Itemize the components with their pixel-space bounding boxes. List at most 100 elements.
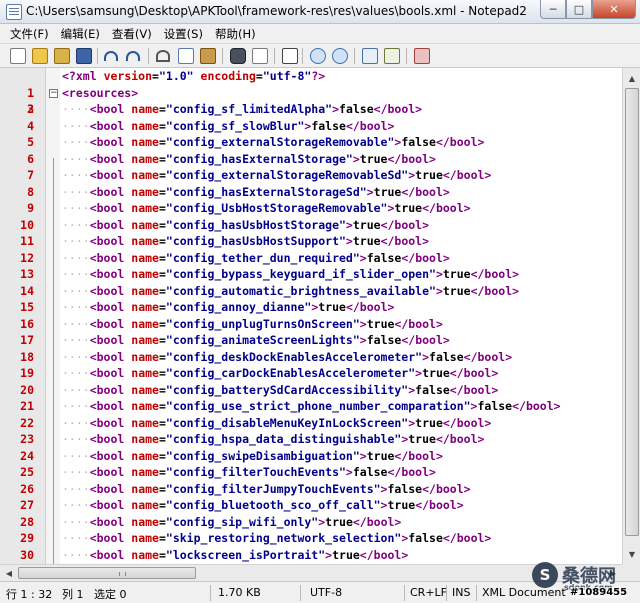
line-number: 4 xyxy=(27,118,34,133)
status-line-endings[interactable]: CR+LF xyxy=(410,586,447,599)
scroll-grip-icon xyxy=(119,572,126,576)
menu-settings[interactable]: 设置(S) xyxy=(158,26,209,42)
line-number: 3 xyxy=(27,102,34,116)
line-number: 11 xyxy=(20,234,34,248)
scrollbar-corner xyxy=(622,564,640,581)
line-content: ····<bool name="config_filterJumpyTouchE… xyxy=(62,481,471,496)
redo-icon[interactable] xyxy=(126,51,140,61)
browse-icon[interactable] xyxy=(54,48,70,64)
scroll-down-arrow-icon[interactable]: ▼ xyxy=(625,546,639,562)
menu-help[interactable]: 帮助(H) xyxy=(209,26,262,42)
minimize-button[interactable]: ─ xyxy=(540,0,566,19)
line-content: <?xml version="1.0" encoding="utf-8"?> xyxy=(62,69,326,83)
scroll-up-arrow-icon[interactable]: ▲ xyxy=(625,70,639,86)
status-separator xyxy=(404,585,405,601)
toolbar-separator xyxy=(302,48,303,64)
line-content: <resources> xyxy=(62,85,139,100)
horizontal-scrollbar[interactable]: ◀ ▶ xyxy=(0,564,622,581)
line-number: 30 xyxy=(20,547,34,562)
window-title: C:\Users\samsung\Desktop\APKTool\framewo… xyxy=(26,4,527,18)
new-icon[interactable] xyxy=(10,48,26,64)
code-line: 27 ····<bool name="config_bluetooth_sco_o… xyxy=(0,497,622,514)
toolbar-separator xyxy=(354,48,355,64)
goto-icon[interactable] xyxy=(282,48,298,64)
zoom-out-icon[interactable] xyxy=(332,48,348,64)
status-separator xyxy=(210,585,211,601)
status-insert-mode[interactable]: INS xyxy=(452,586,470,599)
line-number: 9 xyxy=(27,201,34,215)
line-number: 5 xyxy=(27,135,34,149)
code-line: 5 ····<bool name="config_externalStorageR… xyxy=(0,134,622,151)
replace-icon[interactable] xyxy=(252,48,268,64)
line-content: ····<bool name="config_annoy_dianne">tru… xyxy=(62,300,395,314)
line-number: 18 xyxy=(20,349,34,364)
line-content: ····<bool name="config_UsbHostStorageRem… xyxy=(62,201,471,215)
title-bar: C:\Users\samsung\Desktop\APKTool\framewo… xyxy=(0,0,640,24)
code-line: 7 ····<bool name="config_externalStorageR… xyxy=(0,167,622,184)
code-line: 26 ····<bool name="config_filterJumpyTouc… xyxy=(0,481,622,498)
toolbar-separator xyxy=(274,48,275,64)
line-number: 23 xyxy=(20,432,34,446)
line-content: ····<bool name="config_animateScreenLigh… xyxy=(62,333,450,347)
line-content: ····<bool name="config_bypass_keyguard_i… xyxy=(62,267,520,281)
word-wrap-icon[interactable] xyxy=(362,48,378,64)
line-content: ····<bool name="config_automatic_brightn… xyxy=(62,283,520,298)
horizontal-scroll-thumb[interactable] xyxy=(18,567,196,579)
code-line: 8 ····<bool name="config_hasExternalStora… xyxy=(0,184,622,201)
status-separator xyxy=(476,585,477,601)
line-number: 28 xyxy=(20,514,34,529)
toolbar-separator xyxy=(406,48,407,64)
status-bar: 行 1 : 32 列 1 选定 0 1.70 KB UTF-8 CR+LF IN… xyxy=(0,581,640,603)
vertical-scroll-thumb[interactable] xyxy=(625,88,639,536)
menu-view[interactable]: 查看(V) xyxy=(106,26,158,42)
vertical-scrollbar[interactable]: ▲ ▼ xyxy=(622,68,640,564)
copy-icon[interactable] xyxy=(178,48,194,64)
line-content: ····<bool name="config_disableMenuKeyInL… xyxy=(62,415,492,430)
undo-icon[interactable] xyxy=(104,51,118,61)
line-number: 22 xyxy=(20,415,34,430)
paste-icon[interactable] xyxy=(200,48,216,64)
code-line: 14 ····<bool name="config_automatic_brigh… xyxy=(0,283,622,300)
line-content: ····<bool name="config_sf_limitedAlpha">… xyxy=(62,102,423,116)
cut-icon[interactable] xyxy=(156,50,170,62)
code-line: 21 ····<bool name="config_use_strict_phon… xyxy=(0,398,622,415)
menu-file[interactable]: 文件(F) xyxy=(4,26,55,42)
code-line: 2 − <resources> xyxy=(0,85,622,117)
scheme-icon[interactable] xyxy=(384,48,400,64)
exit-icon[interactable] xyxy=(414,48,430,64)
line-content: ····<bool name="config_hasExternalStorag… xyxy=(62,184,450,199)
code-line: 11 ····<bool name="config_hasUsbHostSuppo… xyxy=(0,233,622,250)
code-line: 3 ····<bool name="config_sf_limitedAlpha"… xyxy=(0,101,622,118)
status-selection: 选定 0 xyxy=(94,588,127,601)
line-number: 15 xyxy=(20,300,34,314)
menu-edit[interactable]: 编辑(E) xyxy=(55,26,106,42)
open-icon[interactable] xyxy=(32,48,48,64)
toolbar-separator xyxy=(148,48,149,64)
line-number: 8 xyxy=(27,184,34,199)
scroll-left-arrow-icon[interactable]: ◀ xyxy=(2,566,16,580)
line-content: ····<bool name="config_hspa_data_disting… xyxy=(62,432,485,446)
close-button[interactable]: ✕ xyxy=(592,0,636,19)
line-number: 21 xyxy=(20,399,34,413)
line-number: 16 xyxy=(20,316,34,331)
line-number: 24 xyxy=(20,448,34,463)
status-scheme[interactable]: XML Document xyxy=(482,586,566,599)
notepad2-app-icon[interactable] xyxy=(6,4,22,20)
code-line: 22 ····<bool name="config_disableMenuKeyI… xyxy=(0,415,622,432)
fold-collapse-icon[interactable]: − xyxy=(49,88,58,98)
line-content: ····<bool name="config_carDockEnablesAcc… xyxy=(62,366,499,380)
status-encoding[interactable]: UTF-8 xyxy=(310,586,342,599)
line-number: 19 xyxy=(20,366,34,380)
code-editor[interactable]: 1 <?xml version="1.0" encoding="utf-8"?>… xyxy=(0,68,622,564)
code-line: 18 ····<bool name="config_deskDockEnables… xyxy=(0,349,622,366)
code-line: 1 <?xml version="1.0" encoding="utf-8"?> xyxy=(0,68,622,100)
code-line: 12 ····<bool name="config_tether_dun_requ… xyxy=(0,250,622,267)
find-icon[interactable] xyxy=(230,48,246,64)
zoom-in-icon[interactable] xyxy=(310,48,326,64)
line-number: 10 xyxy=(20,217,34,232)
scroll-right-arrow-icon[interactable]: ▶ xyxy=(606,566,620,580)
save-icon[interactable] xyxy=(76,48,92,64)
line-content: ····<bool name="config_unplugTurnsOnScre… xyxy=(62,316,443,331)
maximize-button[interactable]: □ xyxy=(566,0,592,19)
line-content: ····<bool name="config_externalStorageRe… xyxy=(62,168,492,182)
